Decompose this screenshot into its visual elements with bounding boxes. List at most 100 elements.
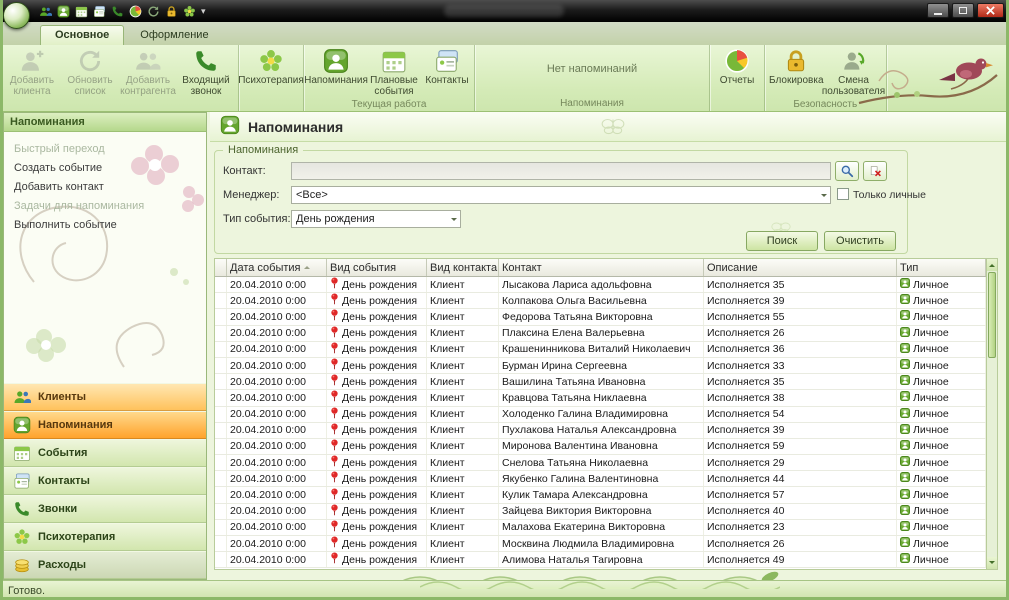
table-row[interactable]: 20.04.2010 0:00День рожденияКлиентКрашен… [215, 342, 986, 358]
scrollbar-thumb[interactable] [988, 272, 996, 358]
table-row[interactable]: 20.04.2010 0:00День рожденияКлиентЗайцев… [215, 504, 986, 520]
nav-psychotherapy[interactable]: Психотерапия [4, 523, 206, 551]
column-header-0[interactable]: Дата события [227, 259, 327, 276]
event-type-combo[interactable]: День рождения [291, 210, 461, 228]
clear-button[interactable]: Очистить [824, 231, 896, 251]
nav-label: Психотерапия [38, 531, 115, 543]
table-row[interactable]: 20.04.2010 0:00День рожденияКлиентКулик … [215, 487, 986, 503]
ribbon-button-label: Психотерапия [238, 76, 304, 87]
table-row[interactable]: 20.04.2010 0:00День рожденияКлиентЯкубен… [215, 471, 986, 487]
column-header-label: Тип [900, 262, 918, 274]
only-personal-checkbox[interactable] [837, 188, 849, 200]
sidebar-link[interactable]: Создать событие [14, 159, 196, 178]
scroll-up-button[interactable] [987, 259, 997, 271]
table-row[interactable]: 20.04.2010 0:00День рожденияКлиентКравцо… [215, 390, 986, 406]
sidebar-link[interactable]: Добавить контакт [14, 178, 196, 197]
table-row[interactable]: 20.04.2010 0:00День рожденияКлиентМалахо… [215, 520, 986, 536]
birthday-icon [330, 471, 339, 486]
psychotherapy-icon[interactable] [182, 4, 197, 19]
contact-clear-button[interactable] [863, 161, 887, 181]
table-row[interactable]: 20.04.2010 0:00День рожденияКлиентПлакси… [215, 326, 986, 342]
no-reminders-text: Нет напоминаний [478, 46, 706, 75]
personal-icon [900, 278, 910, 291]
row-indicator [215, 326, 227, 341]
cell-contact-kind: Клиент [427, 342, 499, 357]
cell-type: Личное [897, 390, 986, 405]
table-row[interactable]: 20.04.2010 0:00День рожденияКлиентБурман… [215, 358, 986, 374]
manager-combo[interactable]: <Все> [291, 186, 831, 204]
planned-events-icon[interactable] [74, 4, 89, 19]
nav-reminders[interactable]: Напоминания [4, 411, 206, 439]
row-indicator [215, 277, 227, 292]
cell-contact-kind: Клиент [427, 390, 499, 405]
sidebar-link[interactable]: Выполнить событие [14, 216, 196, 235]
close-button[interactable] [977, 3, 1004, 18]
cell-date: 20.04.2010 0:00 [227, 455, 327, 470]
event-type-label: Тип события: [223, 213, 291, 225]
column-header-1[interactable]: Вид события [327, 259, 427, 276]
manager-value: <Все> [296, 189, 328, 201]
row-indicator [215, 342, 227, 357]
cell-event: День рождения [327, 552, 427, 567]
table-row[interactable]: 20.04.2010 0:00День рожденияКлиентХолоде… [215, 407, 986, 423]
planned-events-button[interactable]: Плановые события [365, 46, 423, 99]
refresh-list-icon[interactable] [146, 4, 161, 19]
column-header-2[interactable]: Вид контакта [427, 259, 499, 276]
birthday-icon [330, 455, 339, 470]
table-row[interactable]: 20.04.2010 0:00День рожденияКлиентПухлак… [215, 423, 986, 439]
cell-contact-kind: Клиент [427, 536, 499, 551]
app-menu-button[interactable] [3, 2, 30, 29]
reports-icon[interactable] [128, 4, 143, 19]
reminders-icon[interactable] [56, 4, 71, 19]
table-row[interactable]: 20.04.2010 0:00День рожденияКлиентКолпак… [215, 293, 986, 309]
clients-icon[interactable] [38, 4, 53, 19]
table-row[interactable]: 20.04.2010 0:00День рожденияКлиентЛысако… [215, 277, 986, 293]
table-row[interactable]: 20.04.2010 0:00День рожденияКлиентАлимов… [215, 552, 986, 568]
scroll-down-button[interactable] [987, 557, 997, 569]
psychotherapy-button[interactable]: Психотерапия [242, 46, 300, 89]
nav-planned-events[interactable]: События [4, 439, 206, 467]
contacts-icon[interactable] [92, 4, 107, 19]
nav-contacts[interactable]: Контакты [4, 467, 206, 495]
reminders-icon [12, 415, 32, 435]
cell-contact: Лысакова Лариса адольфовна [499, 277, 704, 292]
row-indicator [215, 390, 227, 405]
maximize-button[interactable] [952, 3, 974, 18]
table-row[interactable]: 20.04.2010 0:00День рожденияКлиентМироно… [215, 439, 986, 455]
lock-button[interactable]: Блокировка [768, 46, 825, 89]
sidebar-nav: КлиентыНапоминания События КонтактыЗвонки П… [4, 383, 206, 579]
page-title: Напоминания [248, 119, 343, 135]
filter-legend: Напоминания [223, 144, 303, 156]
table-row[interactable]: 20.04.2010 0:00День рожденияКлиентВашили… [215, 374, 986, 390]
personal-icon [900, 359, 910, 372]
table-row[interactable]: 20.04.2010 0:00День рожденияКлиентФедоро… [215, 309, 986, 325]
planned-events-icon [381, 48, 407, 74]
tab-osnovnoe[interactable]: Основное [40, 25, 124, 45]
incoming-call-button[interactable]: Входящий звонок [177, 46, 235, 99]
search-button[interactable]: Поиск [746, 231, 818, 251]
cell-description: Исполняется 26 [704, 326, 897, 341]
table-row[interactable]: 20.04.2010 0:00День рожденияКлиентМоскви… [215, 536, 986, 552]
nav-clients[interactable]: Клиенты [4, 383, 206, 411]
column-header-5[interactable]: Тип [897, 259, 986, 276]
nav-incoming-call[interactable]: Звонки [4, 495, 206, 523]
nav-expenses[interactable]: Расходы [4, 551, 206, 579]
personal-icon [900, 310, 910, 323]
personal-icon [900, 472, 910, 485]
cell-event: День рождения [327, 455, 427, 470]
quick-access-dropdown-icon[interactable]: ▾ [201, 6, 206, 17]
column-header-3[interactable]: Контакт [499, 259, 704, 276]
reports-button[interactable]: Отчеты [713, 46, 761, 89]
incoming-call-icon[interactable] [110, 4, 125, 19]
lock-icon[interactable] [164, 4, 179, 19]
column-header-4[interactable]: Описание [704, 259, 897, 276]
vertical-scrollbar[interactable] [986, 259, 997, 569]
nav-label: События [38, 447, 87, 459]
table-row[interactable]: 20.04.2010 0:00День рожденияКлиентСнелов… [215, 455, 986, 471]
contacts-button[interactable]: Контакты [423, 46, 471, 89]
reminders-button[interactable]: Напоминания [307, 46, 365, 89]
minimize-button[interactable] [927, 3, 949, 18]
contact-search-button[interactable] [835, 161, 859, 181]
tab-oformlenie[interactable]: Оформление [126, 26, 222, 45]
birthday-icon [330, 358, 339, 373]
